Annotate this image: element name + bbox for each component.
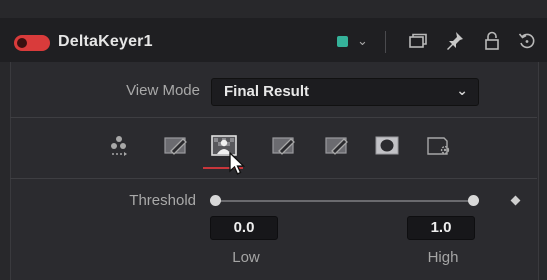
fine-matte-tab[interactable] (270, 133, 298, 159)
chevron-down-icon[interactable]: ⌄ (357, 33, 368, 49)
pre-matte-tab[interactable] (162, 133, 190, 159)
threshold-range-slider[interactable] (215, 200, 473, 202)
threshold-high-input[interactable]: 1.0 (407, 216, 475, 240)
reset-icon[interactable] (518, 32, 536, 50)
node-enable-toggle[interactable] (14, 35, 50, 51)
clean-plate-tab[interactable] (323, 133, 351, 159)
nodes-icon (111, 136, 127, 156)
threshold-low-handle[interactable] (210, 195, 221, 206)
divider (10, 178, 537, 179)
threshold-high-handle[interactable] (468, 195, 479, 206)
node-title: DeltaKeyer1 (58, 33, 153, 50)
view-mode-label: View Mode (126, 82, 200, 99)
window-icon[interactable] (409, 33, 427, 49)
pre-matte-icon (164, 137, 187, 155)
node-color-swatch[interactable] (337, 36, 348, 47)
mask-icon (375, 136, 399, 155)
fine-matte-icon (272, 137, 295, 155)
settings-tab[interactable] (425, 133, 453, 159)
header-separator (385, 31, 386, 53)
divider (10, 117, 537, 118)
view-mode-value: Final Result (224, 83, 310, 100)
threshold-label: Threshold (129, 192, 196, 209)
settings-gear-icon (427, 137, 450, 155)
clean-plate-icon (325, 137, 348, 155)
threshold-low-input[interactable]: 0.0 (210, 216, 278, 240)
toggle-knob (17, 38, 27, 48)
lock-icon[interactable] (484, 31, 500, 51)
keyer-tab[interactable] (105, 133, 133, 159)
mask-tab[interactable] (373, 133, 401, 159)
high-label: High (427, 249, 459, 266)
chevron-down-icon: ⌄ (456, 82, 468, 98)
mouse-cursor-icon (229, 152, 246, 175)
pin-icon[interactable] (446, 31, 464, 51)
low-label: Low (232, 249, 260, 266)
view-mode-dropdown[interactable]: Final Result ⌄ (211, 78, 479, 106)
